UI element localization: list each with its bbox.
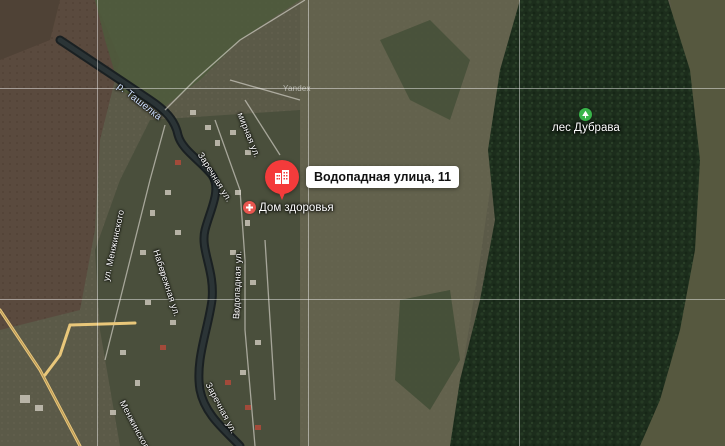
medical-cross-icon <box>243 201 256 214</box>
poi-label: Дом здоровья <box>259 201 334 214</box>
poi-les-dubrava[interactable]: лес Дубрава <box>552 108 620 134</box>
grid-line-vertical <box>308 0 309 446</box>
poi-label: лес Дубрава <box>552 122 620 134</box>
grid-line-horizontal <box>0 88 725 89</box>
grid-line-vertical <box>519 0 520 446</box>
map-canvas[interactable]: р. Ташелка Yandex мирная ул. Заречная ул… <box>0 0 725 446</box>
grid-line-vertical <box>97 0 98 446</box>
map-watermark: Yandex <box>283 84 311 93</box>
grid-line-horizontal <box>0 299 725 300</box>
address-label[interactable]: Водопадная улица, 11 <box>306 166 460 188</box>
satellite-imagery <box>0 0 725 446</box>
tree-icon <box>579 108 593 121</box>
building-icon <box>275 170 289 184</box>
poi-dom-zdorovya[interactable]: Дом здоровья <box>243 201 334 214</box>
address-marker[interactable] <box>265 160 299 200</box>
